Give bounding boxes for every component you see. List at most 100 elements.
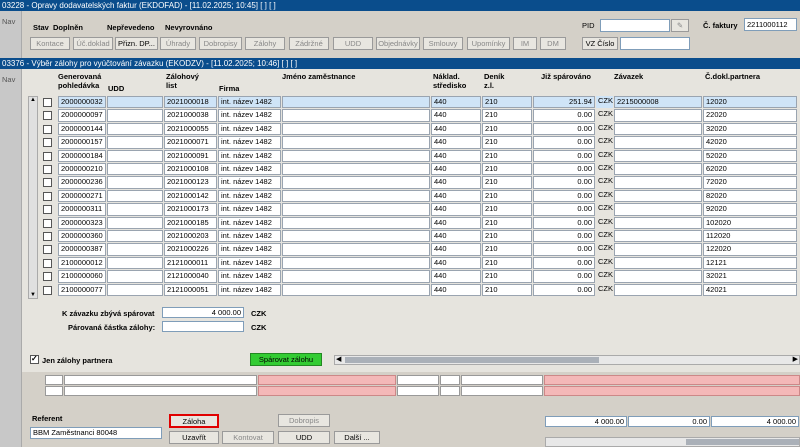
table-cell-empty[interactable] [107,283,163,296]
table-cell-zavazek[interactable] [614,136,702,149]
table-cell-cdokl[interactable]: 82020 [703,189,797,203]
table-cell-zalohovy[interactable]: 2021000226 [164,243,217,256]
table-cell-empty[interactable] [107,203,163,216]
table-cell-zalohovy[interactable]: 2021000173 [164,203,217,216]
dobropis-button[interactable]: Dobropis [278,414,330,427]
toolbar-button[interactable]: Úč.doklad [73,37,113,50]
table-cell-zavazek[interactable] [614,283,702,296]
table-cell-empty[interactable] [282,256,430,270]
sparovat-zalohu-button[interactable]: Spárovat zálohu [250,353,322,366]
uzavrit-button[interactable]: Uzavřít [169,431,219,444]
row-checkbox[interactable] [43,191,52,201]
table-cell-empty[interactable] [107,136,163,149]
row-checkbox[interactable] [43,285,52,295]
table-cell-empty[interactable] [282,136,430,149]
table-cell-denik[interactable]: 210 [482,230,532,243]
table-cell-firma[interactable]: int. název 1482 [218,163,281,176]
table-cell-zavazek[interactable] [614,109,702,122]
lower-cell[interactable] [397,375,439,385]
table-cell-zalohovy[interactable]: 2021000018 [164,96,217,109]
table-cell-mena[interactable]: CZK [596,284,613,296]
outer-nav-panel[interactable]: Nav [0,11,22,59]
row-checkbox[interactable] [43,98,52,107]
table-cell-empty[interactable] [282,203,430,216]
table-cell-denik[interactable]: 210 [482,136,532,149]
table-cell-empty[interactable] [282,189,430,203]
table-cell-empty[interactable] [107,189,163,203]
lower-cell[interactable] [64,386,257,396]
lower-cell[interactable] [544,386,800,396]
table-cell-empty[interactable] [282,230,430,243]
table-cell-denik[interactable]: 210 [482,122,532,136]
table-cell-empty[interactable] [107,270,163,283]
table-cell-mena[interactable]: CZK [596,150,613,162]
table-row[interactable]: 2000000323 2021000185 int. název 1482 440 21… [0,216,800,230]
table-cell-empty[interactable] [107,243,163,256]
table-cell-firma[interactable]: int. název 1482 [218,149,281,162]
table-cell-generovana[interactable]: 2000000311 [58,203,106,216]
lower-cell[interactable] [461,386,543,396]
table-cell-zavazek[interactable] [614,256,702,270]
table-cell-zavazek[interactable] [614,149,702,162]
table-cell-zavazek[interactable]: 2215000008 [614,96,702,109]
toolbar-button[interactable]: Přizn. DP... [115,37,158,50]
table-cell-cdokl[interactable]: 112020 [703,230,797,243]
hscroll-thumb[interactable] [345,357,599,363]
table-cell-denik[interactable]: 210 [482,203,532,216]
table-cell-empty[interactable] [282,270,430,283]
table-cell-mena[interactable]: CZK [596,270,613,282]
table-cell-empty[interactable] [282,243,430,256]
toolbar-button[interactable]: Úhrady [160,37,196,50]
lower-cell[interactable] [258,386,396,396]
table-cell-sparovano[interactable]: 0.00 [533,243,595,256]
table-cell-cdokl[interactable]: 12020 [703,96,797,109]
table-cell-firma[interactable]: int. název 1482 [218,136,281,149]
table-row[interactable]: 2000000157 2021000071 int. název 1482 440 21… [0,136,800,149]
table-cell-empty[interactable] [282,176,430,189]
table-row[interactable]: 2000000184 2021000091 int. název 1482 440 21… [0,149,800,163]
table-cell-firma[interactable]: int. název 1482 [218,189,281,203]
table-cell-empty[interactable] [282,109,430,122]
table-cell-naklad[interactable]: 440 [431,149,481,162]
table-cell-generovana[interactable]: 2000000387 [58,243,106,256]
table-cell-firma[interactable]: int. název 1482 [218,176,281,189]
table-cell-sparovano[interactable]: 0.00 [533,283,595,296]
faktura-field[interactable]: 2211000112 [744,18,797,31]
table-cell-zavazek[interactable] [614,243,702,256]
toolbar-button[interactable]: Upomínky [467,37,510,50]
table-cell-mena[interactable]: CZK [596,203,613,215]
table-cell-denik[interactable]: 210 [482,176,532,189]
table-cell-zalohovy[interactable]: 2021000203 [164,230,217,243]
table-row[interactable]: 2000000097 2021000038 int. název 1482 440 21… [0,109,800,122]
vz-cislo-button[interactable]: VZ Číslo [582,37,618,50]
table-cell-firma[interactable]: int. název 1482 [218,243,281,256]
table-cell-naklad[interactable]: 440 [431,109,481,122]
table-cell-sparovano[interactable]: 0.00 [533,176,595,189]
table-cell-denik[interactable]: 210 [482,96,532,109]
table-cell-zalohovy[interactable]: 2021000091 [164,149,217,162]
table-cell-firma[interactable]: int. název 1482 [218,122,281,136]
row-checkbox[interactable] [43,245,52,255]
table-cell-zalohovy[interactable]: 2021000142 [164,189,217,203]
table-row[interactable]: 2000000144 2021000055 int. název 1482 440 21… [0,122,800,136]
lower-cell[interactable] [397,386,439,396]
table-cell-naklad[interactable]: 440 [431,176,481,189]
table-cell-generovana[interactable]: 2000000097 [58,109,106,122]
jen-zalohy-checkbox[interactable]: ✓ [30,354,39,364]
table-cell-firma[interactable]: int. název 1482 [218,216,281,229]
table-cell-cdokl[interactable]: 32020 [703,122,797,136]
toolbar-button[interactable]: IM [513,37,537,50]
table-row[interactable]: 2100000012 2121000011 int. název 1482 440 21… [0,256,800,270]
table-cell-generovana[interactable]: 2000000323 [58,216,106,229]
table-cell-mena[interactable]: CZK [596,109,613,121]
table-cell-generovana[interactable]: 2100000077 [58,283,106,296]
vz-cislo-field[interactable] [620,37,690,50]
dalsi-button[interactable]: Další ... [334,431,380,444]
table-cell-denik[interactable]: 210 [482,189,532,203]
table-cell-firma[interactable]: int. název 1482 [218,283,281,296]
table-cell-mena[interactable]: CZK [596,190,613,202]
row-checkbox[interactable] [43,111,52,121]
lower-cell[interactable] [45,375,63,385]
table-cell-sparovano[interactable]: 0.00 [533,163,595,176]
scroll-left-icon[interactable]: ◀ [336,355,341,363]
